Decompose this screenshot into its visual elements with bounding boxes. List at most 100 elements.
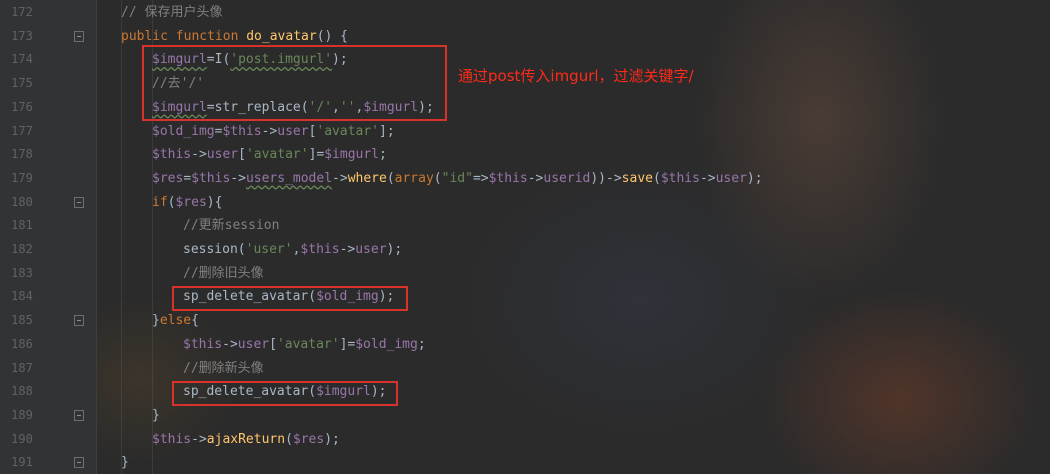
fold-toggle-icon[interactable]	[74, 196, 84, 208]
line-number: 181	[11, 218, 33, 233]
line-number: 176	[11, 99, 33, 114]
code-token: session(	[183, 242, 246, 257]
code-line[interactable]: 181 //更新session	[0, 214, 1050, 238]
code-text: //删除新头像	[183, 357, 264, 381]
line-number: 179	[11, 170, 33, 185]
code-line[interactable]: 187 //删除新头像	[0, 357, 1050, 381]
code-token: array	[394, 170, 434, 186]
code-token: // 保存用户头像	[121, 5, 223, 20]
code-token: ]=	[339, 336, 356, 352]
code-token: $imgurl	[324, 147, 380, 163]
code-token: ))->	[590, 170, 622, 186]
fold-toggle-icon[interactable]	[74, 457, 84, 469]
code-line[interactable]: 177 $old_img=$this->user['avatar'];	[0, 120, 1050, 144]
code-token: ->	[191, 147, 207, 163]
code-token: else	[159, 313, 192, 329]
code-line[interactable]: 186 $this->user['avatar']=$old_img;	[0, 333, 1050, 357]
code-line[interactable]: 189}	[0, 404, 1050, 428]
code-token: //删除旧头像	[183, 265, 264, 281]
code-token: 'avatar'	[276, 336, 340, 352]
line-number: 180	[11, 194, 33, 209]
line-number: 186	[11, 336, 33, 351]
line-number: 185	[11, 313, 33, 328]
code-line[interactable]: 179 $res=$this->users_model->where(array(…	[0, 167, 1050, 191]
code-token: $res	[152, 170, 184, 186]
code-token: );	[746, 170, 763, 186]
code-text: //更新session	[183, 214, 279, 238]
code-text: session('user',$this->user);	[183, 238, 402, 262]
code-token: //更新session	[183, 218, 280, 234]
code-text: // 保存用户头像	[121, 1, 222, 25]
code-line[interactable]: 172 // 保存用户头像	[0, 1, 1050, 25]
line-number: 187	[11, 360, 33, 375]
code-token: ajaxReturn	[206, 431, 286, 447]
line-number: 184	[11, 289, 33, 304]
code-token: save	[621, 170, 653, 186]
code-token: ->	[699, 170, 716, 186]
code-token: //删除新头像	[183, 360, 264, 376]
code-token: () {	[316, 28, 348, 44]
code-token: $res	[292, 431, 325, 447]
code-text: if($res){	[152, 191, 222, 215]
code-line[interactable]: 180 if($res){	[0, 191, 1050, 215]
line-number: 177	[11, 123, 33, 138]
code-line[interactable]: 190 $this->ajaxReturn($res);	[0, 428, 1050, 452]
highlight-box-delete-old-avatar	[172, 286, 408, 311]
code-token: );	[324, 431, 340, 447]
code-line[interactable]: 183 //删除旧头像	[0, 262, 1050, 286]
line-number: 172	[11, 5, 33, 19]
code-token: user	[206, 147, 239, 163]
line-number: 191	[11, 455, 33, 470]
fold-toggle-icon[interactable]	[74, 409, 84, 421]
code-line[interactable]: 182 session('user',$this->user);	[0, 238, 1050, 262]
code-line[interactable]: 184 sp_delete_avatar($old_img);	[0, 285, 1050, 309]
code-token: );	[386, 242, 403, 257]
code-token: user	[237, 336, 270, 352]
highlight-box-delete-new-avatar	[172, 381, 398, 406]
code-line[interactable]: 178 $this->user['avatar']=$imgurl;	[0, 143, 1050, 167]
line-number: 190	[11, 431, 33, 446]
code-token: ->	[261, 123, 278, 139]
code-token: userid	[543, 170, 591, 186]
line-number: 182	[11, 242, 33, 256]
code-token: {	[191, 313, 199, 329]
fold-toggle-icon[interactable]	[74, 30, 84, 42]
code-token: 'user'	[245, 242, 293, 257]
code-token: $this	[191, 170, 231, 186]
code-token: (	[285, 431, 293, 447]
code-editor[interactable]: 172 // 保存用户头像 173 public function do_avatar…	[0, 0, 1050, 474]
code-token: $this	[488, 170, 528, 186]
code-token: $this	[660, 170, 700, 186]
highlight-box-imgurl-input	[142, 45, 447, 121]
code-token: =>	[472, 170, 489, 186]
code-token: $this	[152, 147, 192, 163]
code-text: $this->user['avatar']=$imgurl;	[152, 143, 387, 167]
code-text: }	[152, 404, 160, 428]
code-text: $this->user['avatar']=$old_img;	[183, 333, 426, 357]
code-token: do_avatar	[246, 28, 317, 44]
fold-toggle-icon[interactable]	[74, 315, 84, 327]
code-token: $this	[222, 123, 262, 139]
code-text: }	[121, 451, 129, 474]
code-token: [	[269, 336, 277, 352]
code-line[interactable]: 185}else{	[0, 309, 1050, 333]
line-number: 189	[11, 407, 33, 422]
code-token: users_model	[245, 170, 333, 186]
code-token: $this	[152, 431, 192, 447]
code-text: $old_img=$this->user['avatar'];	[152, 120, 395, 144]
code-token: ->	[191, 431, 207, 447]
code-token: where	[347, 170, 387, 186]
code-token: ->	[527, 170, 544, 186]
code-token: =	[183, 170, 192, 186]
code-token: ->	[332, 170, 348, 186]
line-number: 178	[11, 147, 33, 162]
line-number: 188	[11, 384, 33, 399]
code-token: }	[121, 455, 129, 471]
code-line[interactable]: 191}	[0, 451, 1050, 474]
code-token: }	[152, 407, 160, 423]
annotation-text: 通过post传入imgurl，过滤关键字/	[458, 67, 694, 85]
code-token: $this	[183, 336, 223, 352]
code-token: ->	[230, 170, 246, 186]
code-line[interactable]: 188 sp_delete_avatar($imgurl);	[0, 380, 1050, 404]
code-token: ;	[417, 336, 426, 352]
